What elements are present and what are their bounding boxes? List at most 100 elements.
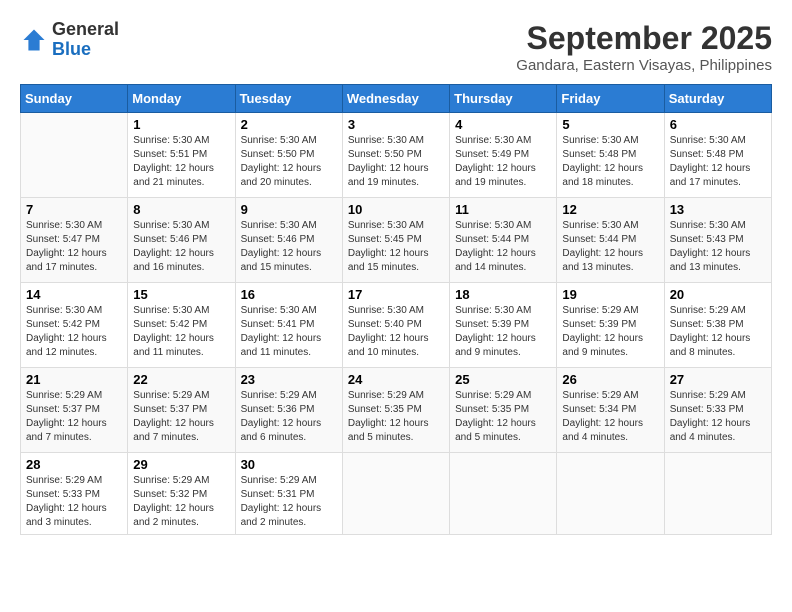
calendar-day-cell: 11 Sunrise: 5:30 AM Sunset: 5:44 PM Dayli… xyxy=(450,198,557,283)
day-info: Sunrise: 5:30 AM Sunset: 5:48 PM Dayligh… xyxy=(670,134,766,190)
day-info: Sunrise: 5:29 AM Sunset: 5:32 PM Dayligh… xyxy=(133,474,229,530)
day-info: Sunrise: 5:30 AM Sunset: 5:42 PM Dayligh… xyxy=(133,304,229,360)
calendar-day-cell: 23Sunrise: 5:29 AM Sunset: 5:36 PM Dayli… xyxy=(235,368,342,453)
calendar-day-cell: 12 Sunrise: 5:30 AM Sunset: 5:44 PM Dayli… xyxy=(557,198,664,283)
day-number: 16 xyxy=(241,287,337,302)
calendar-day-cell xyxy=(342,453,449,535)
day-info: Sunrise: 5:30 AM Sunset: 5:46 PM Dayligh… xyxy=(241,219,337,275)
weekday-header: Wednesday xyxy=(342,85,449,113)
day-info: Sunrise: 5:29 AM Sunset: 5:35 PM Dayligh… xyxy=(455,389,551,445)
calendar-day-cell: 24 Sunrise: 5:29 AM Sunset: 5:35 PM Dayli… xyxy=(342,368,449,453)
page-header: General Blue September 2025 Gandara, Eas… xyxy=(20,20,772,74)
day-number: 28 xyxy=(26,457,122,472)
weekday-header: Sunday xyxy=(21,85,128,113)
day-number: 22 xyxy=(133,372,229,387)
calendar-day-cell: 4 Sunrise: 5:30 AM Sunset: 5:49 PM Daylig… xyxy=(450,113,557,198)
day-number: 30 xyxy=(241,457,337,472)
calendar-day-cell xyxy=(664,453,771,535)
calendar-day-cell: 14 Sunrise: 5:30 AM Sunset: 5:42 PM Dayli… xyxy=(21,283,128,368)
day-number: 15 xyxy=(133,287,229,302)
calendar-day-cell: 6 Sunrise: 5:30 AM Sunset: 5:48 PM Daylig… xyxy=(664,113,771,198)
calendar-week-row: 7Sunrise: 5:30 AM Sunset: 5:47 PM Daylig… xyxy=(21,198,772,283)
calendar-header: SundayMondayTuesdayWednesdayThursdayFrid… xyxy=(21,85,772,113)
weekday-header: Saturday xyxy=(664,85,771,113)
calendar-day-cell: 9 Sunrise: 5:30 AM Sunset: 5:46 PM Daylig… xyxy=(235,198,342,283)
calendar-day-cell: 3Sunrise: 5:30 AM Sunset: 5:50 PM Daylig… xyxy=(342,113,449,198)
calendar-day-cell: 15 Sunrise: 5:30 AM Sunset: 5:42 PM Dayli… xyxy=(128,283,235,368)
title-area: September 2025 Gandara, Eastern Visayas,… xyxy=(516,20,772,74)
day-info: Sunrise: 5:29 AM Sunset: 5:33 PM Dayligh… xyxy=(26,474,122,530)
calendar-day-cell: 17Sunrise: 5:30 AM Sunset: 5:40 PM Dayli… xyxy=(342,283,449,368)
day-info: Sunrise: 5:30 AM Sunset: 5:42 PM Dayligh… xyxy=(26,304,122,360)
day-number: 13 xyxy=(670,202,766,217)
day-number: 6 xyxy=(670,117,766,132)
day-info: Sunrise: 5:29 AM Sunset: 5:35 PM Dayligh… xyxy=(348,389,444,445)
calendar-day-cell: 21 Sunrise: 5:29 AM Sunset: 5:37 PM Dayli… xyxy=(21,368,128,453)
calendar-day-cell: 2 Sunrise: 5:30 AM Sunset: 5:50 PM Daylig… xyxy=(235,113,342,198)
day-info: Sunrise: 5:29 AM Sunset: 5:33 PM Dayligh… xyxy=(670,389,766,445)
day-info: Sunrise: 5:30 AM Sunset: 5:44 PM Dayligh… xyxy=(562,219,658,275)
month-title: September 2025 xyxy=(516,20,772,57)
day-number: 20 xyxy=(670,287,766,302)
day-info: Sunrise: 5:30 AM Sunset: 5:50 PM Dayligh… xyxy=(241,134,337,190)
day-number: 24 xyxy=(348,372,444,387)
day-info: Sunrise: 5:30 AM Sunset: 5:50 PM Dayligh… xyxy=(348,134,444,190)
day-info: Sunrise: 5:29 AM Sunset: 5:34 PM Dayligh… xyxy=(562,389,658,445)
calendar-week-row: 1 Sunrise: 5:30 AM Sunset: 5:51 PM Daylig… xyxy=(21,113,772,198)
logo-text: General Blue xyxy=(52,20,119,60)
day-number: 10 xyxy=(348,202,444,217)
day-info: Sunrise: 5:30 AM Sunset: 5:39 PM Dayligh… xyxy=(455,304,551,360)
day-info: Sunrise: 5:30 AM Sunset: 5:48 PM Dayligh… xyxy=(562,134,658,190)
day-number: 27 xyxy=(670,372,766,387)
day-info: Sunrise: 5:30 AM Sunset: 5:43 PM Dayligh… xyxy=(670,219,766,275)
day-number: 7 xyxy=(26,202,122,217)
calendar-table: SundayMondayTuesdayWednesdayThursdayFrid… xyxy=(20,84,772,535)
day-info: Sunrise: 5:30 AM Sunset: 5:44 PM Dayligh… xyxy=(455,219,551,275)
calendar-week-row: 21 Sunrise: 5:29 AM Sunset: 5:37 PM Dayli… xyxy=(21,368,772,453)
weekday-header: Friday xyxy=(557,85,664,113)
day-info: Sunrise: 5:30 AM Sunset: 5:46 PM Dayligh… xyxy=(133,219,229,275)
calendar-day-cell: 20 Sunrise: 5:29 AM Sunset: 5:38 PM Dayli… xyxy=(664,283,771,368)
calendar-day-cell: 26 Sunrise: 5:29 AM Sunset: 5:34 PM Dayli… xyxy=(557,368,664,453)
day-number: 4 xyxy=(455,117,551,132)
calendar-day-cell: 5 Sunrise: 5:30 AM Sunset: 5:48 PM Daylig… xyxy=(557,113,664,198)
calendar-day-cell: 28 Sunrise: 5:29 AM Sunset: 5:33 PM Dayli… xyxy=(21,453,128,535)
calendar-day-cell xyxy=(450,453,557,535)
calendar-day-cell: 29 Sunrise: 5:29 AM Sunset: 5:32 PM Dayli… xyxy=(128,453,235,535)
calendar-day-cell: 22Sunrise: 5:29 AM Sunset: 5:37 PM Dayli… xyxy=(128,368,235,453)
calendar-week-row: 14 Sunrise: 5:30 AM Sunset: 5:42 PM Dayli… xyxy=(21,283,772,368)
day-number: 5 xyxy=(562,117,658,132)
calendar-day-cell: 18Sunrise: 5:30 AM Sunset: 5:39 PM Dayli… xyxy=(450,283,557,368)
day-number: 29 xyxy=(133,457,229,472)
calendar-day-cell: 16Sunrise: 5:30 AM Sunset: 5:41 PM Dayli… xyxy=(235,283,342,368)
logo: General Blue xyxy=(20,20,119,60)
day-number: 11 xyxy=(455,202,551,217)
calendar-day-cell: 27 Sunrise: 5:29 AM Sunset: 5:33 PM Dayli… xyxy=(664,368,771,453)
day-number: 12 xyxy=(562,202,658,217)
calendar-body: 1 Sunrise: 5:30 AM Sunset: 5:51 PM Daylig… xyxy=(21,113,772,535)
day-info: Sunrise: 5:29 AM Sunset: 5:37 PM Dayligh… xyxy=(26,389,122,445)
day-number: 8 xyxy=(133,202,229,217)
day-number: 14 xyxy=(26,287,122,302)
logo-general: General xyxy=(52,20,119,40)
day-number: 2 xyxy=(241,117,337,132)
calendar-day-cell: 1 Sunrise: 5:30 AM Sunset: 5:51 PM Daylig… xyxy=(128,113,235,198)
day-info: Sunrise: 5:30 AM Sunset: 5:51 PM Dayligh… xyxy=(133,134,229,190)
weekday-row: SundayMondayTuesdayWednesdayThursdayFrid… xyxy=(21,85,772,113)
calendar-day-cell: 19Sunrise: 5:29 AM Sunset: 5:39 PM Dayli… xyxy=(557,283,664,368)
day-number: 21 xyxy=(26,372,122,387)
day-number: 26 xyxy=(562,372,658,387)
location: Gandara, Eastern Visayas, Philippines xyxy=(516,57,772,74)
calendar-day-cell: 8 Sunrise: 5:30 AM Sunset: 5:46 PM Daylig… xyxy=(128,198,235,283)
weekday-header: Thursday xyxy=(450,85,557,113)
calendar-day-cell: 30Sunrise: 5:29 AM Sunset: 5:31 PM Dayli… xyxy=(235,453,342,535)
day-number: 1 xyxy=(133,117,229,132)
calendar-day-cell xyxy=(557,453,664,535)
day-info: Sunrise: 5:29 AM Sunset: 5:38 PM Dayligh… xyxy=(670,304,766,360)
day-info: Sunrise: 5:30 AM Sunset: 5:45 PM Dayligh… xyxy=(348,219,444,275)
day-number: 9 xyxy=(241,202,337,217)
calendar-day-cell xyxy=(21,113,128,198)
calendar-week-row: 28 Sunrise: 5:29 AM Sunset: 5:33 PM Dayli… xyxy=(21,453,772,535)
day-info: Sunrise: 5:29 AM Sunset: 5:39 PM Dayligh… xyxy=(562,304,658,360)
day-info: Sunrise: 5:30 AM Sunset: 5:49 PM Dayligh… xyxy=(455,134,551,190)
